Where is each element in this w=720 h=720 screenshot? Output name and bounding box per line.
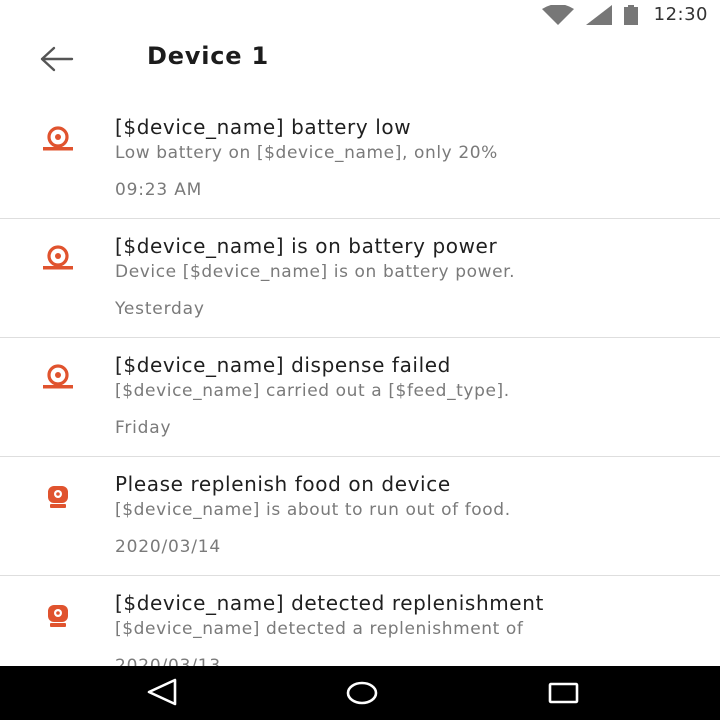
notification-time: Friday — [115, 418, 172, 438]
arrow-left-icon — [40, 46, 74, 72]
nav-back-button[interactable] — [144, 678, 180, 708]
notification-body: Device [$device_name] is on battery powe… — [115, 262, 516, 282]
navigation-bar — [0, 666, 720, 720]
notification-body: Low battery on [$device_name], only 20% — [115, 143, 498, 163]
notification-item[interactable]: [$device_name] dispense failed [$device_… — [0, 338, 720, 457]
notification-title: Please replenish food on device — [115, 472, 451, 496]
notification-item[interactable]: [$device_name] battery low Low battery o… — [0, 100, 720, 219]
feeder-device-icon — [48, 605, 68, 627]
square-recents-icon — [548, 682, 579, 704]
notification-item[interactable]: Please replenish food on device [$device… — [0, 457, 720, 576]
wifi-icon — [541, 4, 574, 25]
notification-title: [$device_name] dispense failed — [115, 353, 451, 377]
notification-title: [$device_name] is on battery power — [115, 234, 498, 258]
status-time: 12:30 — [653, 4, 708, 25]
camera-device-icon — [43, 364, 73, 389]
notification-time: 09:23 AM — [115, 180, 203, 200]
feeder-device-icon — [48, 486, 68, 508]
notification-title: [$device_name] detected replenishment — [115, 591, 544, 615]
notification-title: [$device_name] battery low — [115, 115, 412, 139]
nav-recents-button[interactable] — [546, 678, 582, 708]
notification-list: [$device_name] battery low Low battery o… — [0, 100, 720, 666]
app-bar: Device 1 — [0, 28, 720, 92]
battery-icon — [623, 4, 638, 25]
back-button[interactable] — [38, 42, 78, 76]
notification-time: Yesterday — [115, 299, 205, 319]
status-icons: 12:30 — [541, 4, 708, 25]
notification-body: [$device_name] carried out a [$feed_type… — [115, 381, 510, 401]
signal-icon — [585, 4, 612, 25]
nav-home-button[interactable] — [344, 678, 380, 708]
notification-body: [$device_name] is about to run out of fo… — [115, 500, 511, 520]
notification-item[interactable]: [$device_name] is on battery power Devic… — [0, 219, 720, 338]
notification-body: [$device_name] detected a replenishment … — [115, 619, 524, 639]
notification-time: 2020/03/14 — [115, 537, 221, 557]
notification-time: 2020/03/13 — [115, 656, 221, 666]
notification-item[interactable]: [$device_name] detected replenishment [$… — [0, 576, 720, 666]
status-bar: 12:30 — [0, 0, 720, 28]
page-title: Device 1 — [147, 42, 270, 70]
camera-device-icon — [43, 126, 73, 151]
camera-device-icon — [43, 245, 73, 270]
circle-home-icon — [346, 681, 378, 705]
triangle-back-icon — [147, 678, 177, 706]
